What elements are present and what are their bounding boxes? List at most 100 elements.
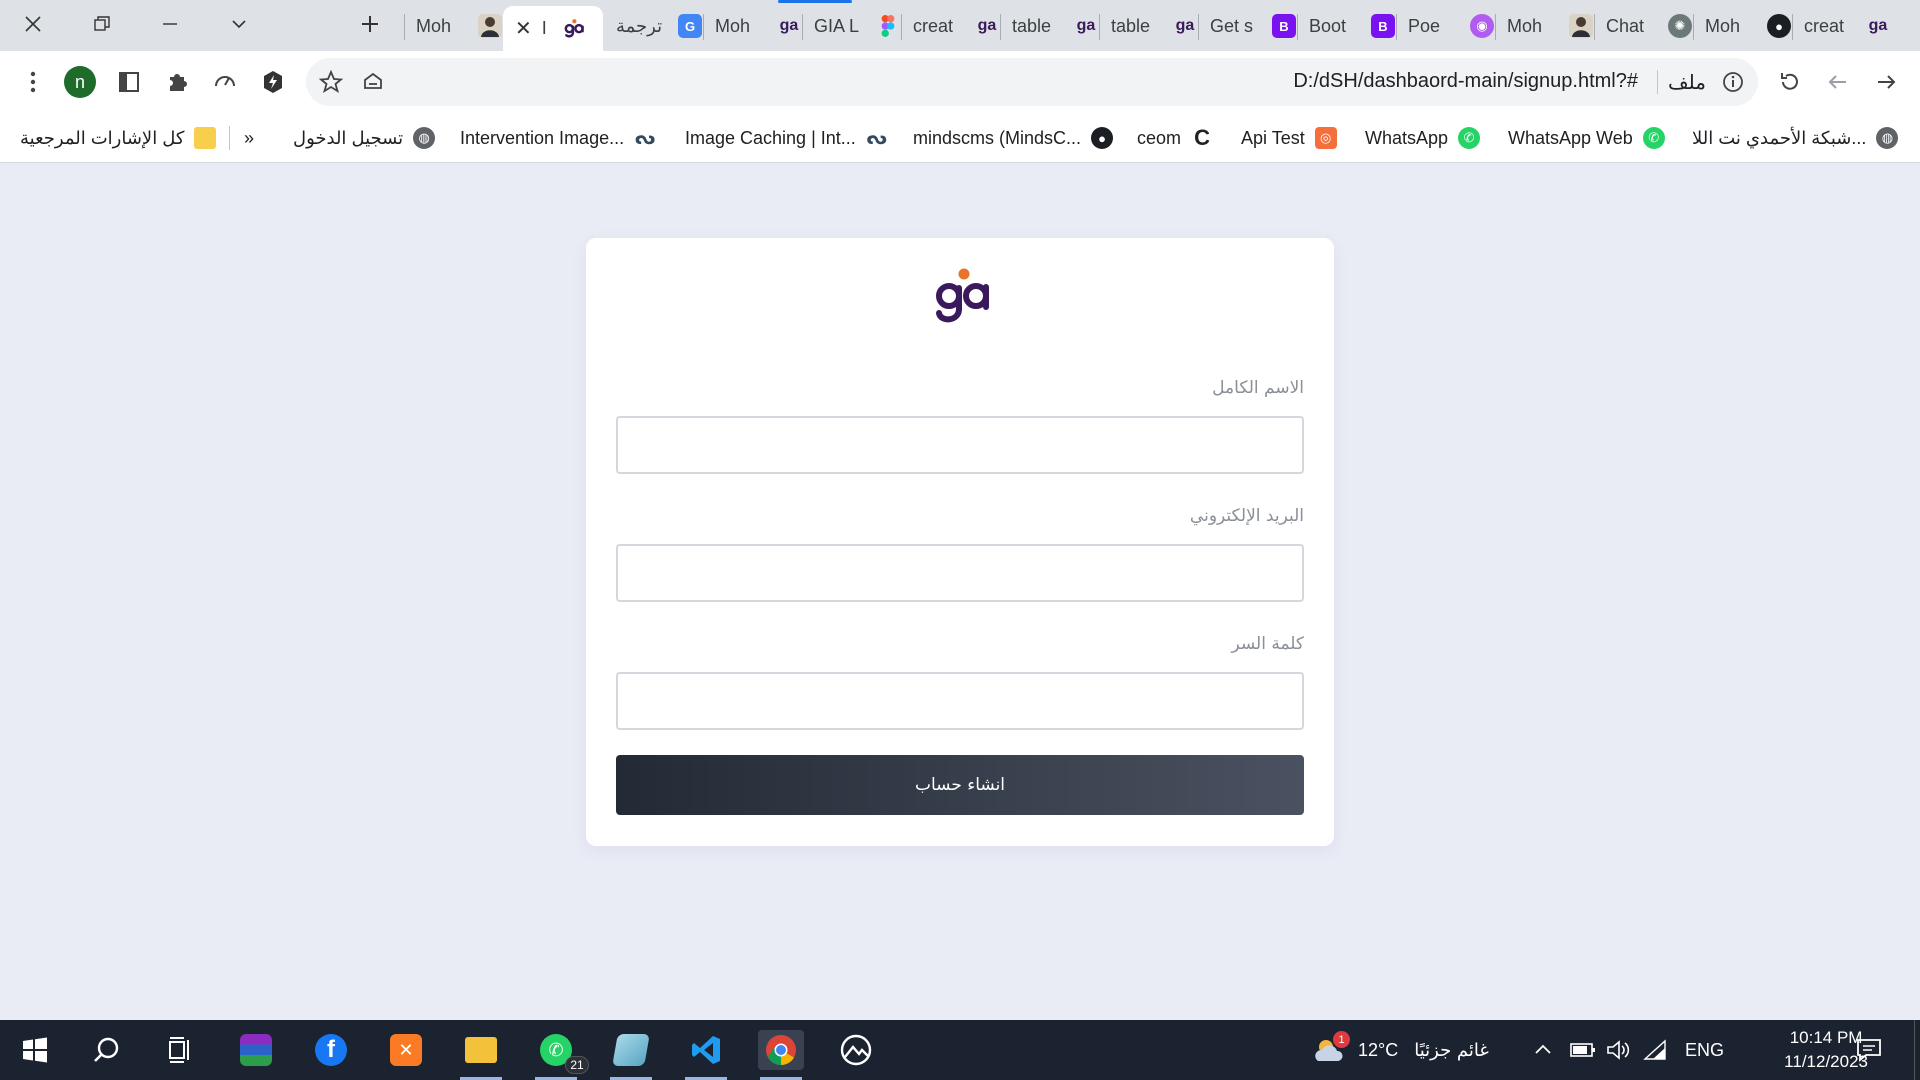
intervention-icon: ᔓ: [865, 127, 888, 149]
browser-tab[interactable]: Chat ✺: [1594, 6, 1692, 46]
address-bar[interactable]: D:/dSH/dashbaord-main/signup.html?# ملف: [306, 58, 1758, 106]
browser-tab[interactable]: Moh ga: [703, 6, 801, 46]
bookmark-label: Image Caching | Int...: [685, 127, 856, 148]
bookmark-ceom[interactable]: ceom C: [1137, 125, 1214, 151]
vscode-app-icon[interactable]: [683, 1030, 729, 1080]
close-tab-icon[interactable]: ✕: [515, 16, 532, 41]
extensions-puzzle-icon[interactable]: [160, 65, 194, 99]
back-arrow-icon[interactable]: [1869, 65, 1903, 99]
tab-search-chevron-icon[interactable]: [221, 6, 257, 42]
fullname-label: الاسم الكامل: [1212, 378, 1304, 398]
bookmark-image-caching[interactable]: Image Caching | Int... ᔓ: [685, 125, 888, 151]
bootstrap-icon: B: [1272, 14, 1296, 38]
reload-icon[interactable]: [1773, 65, 1807, 99]
whatsapp-icon: ✆: [1458, 127, 1481, 149]
bookmark-label: WhatsApp Web: [1508, 127, 1633, 148]
browser-tab[interactable]: ترجمة G: [604, 6, 702, 46]
browser-tab[interactable]: Boot B: [1297, 6, 1395, 46]
forward-arrow-icon[interactable]: [1821, 65, 1855, 99]
password-input[interactable]: [616, 672, 1304, 730]
file-explorer-icon[interactable]: [458, 1030, 504, 1080]
bookmark-mindscms[interactable]: mindscms (MindsC... ●: [913, 125, 1114, 151]
tab-label: Moh: [715, 15, 751, 36]
browser-tab[interactable]: Moh ●: [1693, 6, 1791, 46]
tab-group-indicator: [778, 0, 852, 3]
xampp-app-icon[interactable]: ✕: [383, 1030, 429, 1070]
chrome-app-icon[interactable]: [758, 1030, 804, 1080]
bolt-extension-icon[interactable]: [256, 65, 290, 99]
browser-tab[interactable]: GIA L: [802, 6, 900, 46]
tab-label: creat: [913, 15, 954, 36]
bookmarks-overflow-button[interactable]: »: [244, 125, 254, 151]
whatsapp-app-icon[interactable]: ✆ 21: [533, 1030, 589, 1080]
browser-tab[interactable]: creat ga: [901, 6, 999, 46]
browser-tab[interactable]: table ga: [1000, 6, 1098, 46]
profile-avatar[interactable]: n: [64, 66, 96, 98]
bookmark-whatsapp-web[interactable]: WhatsApp Web ✆: [1508, 125, 1665, 151]
avatar-icon: [478, 14, 502, 38]
weather-widget[interactable]: 12°C غائم جزئيًا: [1312, 1020, 1489, 1080]
chatgpt-icon: ✺: [1668, 14, 1692, 38]
bookmark-whatsapp[interactable]: WhatsApp ✆: [1365, 125, 1481, 151]
fullname-input[interactable]: [616, 416, 1304, 474]
windows-start-icon[interactable]: [12, 1030, 58, 1070]
battery-icon[interactable]: [1570, 1020, 1596, 1080]
github-icon: ●: [1091, 127, 1114, 149]
gia-logo-icon: ga: [1868, 17, 1888, 34]
photos-app-icon[interactable]: [833, 1030, 879, 1070]
intervention-icon: ᔓ: [634, 127, 657, 149]
restore-window-icon[interactable]: [84, 6, 120, 42]
volume-icon[interactable]: [1606, 1020, 1630, 1080]
site-info-icon[interactable]: [1716, 65, 1750, 99]
bookmark-login[interactable]: تسجيل الدخول ◍: [293, 125, 436, 151]
browser-tab-active[interactable]: ✕ I: [503, 6, 603, 51]
globe-icon: ◍: [1876, 127, 1899, 149]
browser-tab[interactable]: Get s B: [1198, 6, 1296, 46]
search-icon[interactable]: [84, 1030, 130, 1070]
browser-tab[interactable]: Poe ◉: [1396, 6, 1494, 46]
show-hidden-icons-chevron[interactable]: [1533, 1020, 1553, 1080]
whatsapp-icon: ✆: [1642, 127, 1665, 149]
kebab-menu-icon[interactable]: [16, 65, 50, 99]
wifi-icon[interactable]: [1643, 1020, 1667, 1080]
github-icon: ●: [1767, 14, 1791, 38]
browser-tab[interactable]: Moh: [404, 6, 502, 46]
gia-logo: [932, 266, 992, 328]
facebook-app-icon[interactable]: f: [308, 1030, 354, 1070]
input-language-indicator[interactable]: ENG: [1685, 1020, 1724, 1080]
bookmark-label: mindscms (MindsC...: [913, 127, 1082, 148]
create-account-button[interactable]: انشاء حساب: [616, 755, 1304, 815]
bookmark-label: Intervention Image...: [460, 127, 625, 148]
bookmark-api-test[interactable]: Api Test ◎: [1241, 125, 1337, 151]
all-bookmarks-label: كل الإشارات المرجعية: [20, 127, 185, 148]
weather-alert-badge: 1: [1333, 1031, 1350, 1048]
task-view-icon[interactable]: [157, 1030, 203, 1070]
winrar-app-icon[interactable]: [233, 1030, 279, 1070]
bookmark-label: ceom: [1137, 127, 1182, 148]
side-panel-icon[interactable]: [112, 65, 146, 99]
browser-tab[interactable]: creat ga: [1792, 6, 1890, 46]
tab-label: Boot: [1309, 15, 1347, 36]
notification-center-icon[interactable]: [1856, 1020, 1882, 1080]
speedometer-icon[interactable]: [208, 65, 242, 99]
close-window-icon[interactable]: [15, 6, 51, 42]
bookmark-star-icon[interactable]: [314, 65, 348, 99]
notes-app-icon[interactable]: [608, 1030, 654, 1080]
minimize-window-icon[interactable]: [152, 6, 188, 42]
browser-tab[interactable]: Moh: [1495, 6, 1593, 46]
gia-logo-icon: ga: [779, 17, 799, 34]
url-text[interactable]: D:/dSH/dashbaord-main/signup.html?#: [1293, 70, 1638, 93]
share-icon[interactable]: [356, 65, 390, 99]
all-bookmarks-folder[interactable]: كل الإشارات المرجعية: [20, 125, 217, 151]
bookmark-label: WhatsApp: [1365, 127, 1449, 148]
show-desktop-button[interactable]: [1914, 1020, 1920, 1080]
new-tab-plus-icon[interactable]: [352, 6, 388, 42]
bookmark-ahmadi-network[interactable]: شبكة الأحمدي نت اللا... ◍: [1692, 125, 1899, 151]
url-scheme-label: ملف: [1667, 72, 1706, 94]
browser-tab[interactable]: table ga: [1099, 6, 1197, 46]
windows-taskbar: f ✕ ✆ 21 12°C غائم جزئيًا 1 ENG 10:14 PM…: [0, 1020, 1920, 1080]
bookmark-intervention-image[interactable]: Intervention Image... ᔓ: [460, 125, 657, 151]
whatsapp-unread-badge: 21: [565, 1056, 589, 1074]
email-input[interactable]: [616, 544, 1304, 602]
globe-icon: ◍: [413, 127, 436, 149]
